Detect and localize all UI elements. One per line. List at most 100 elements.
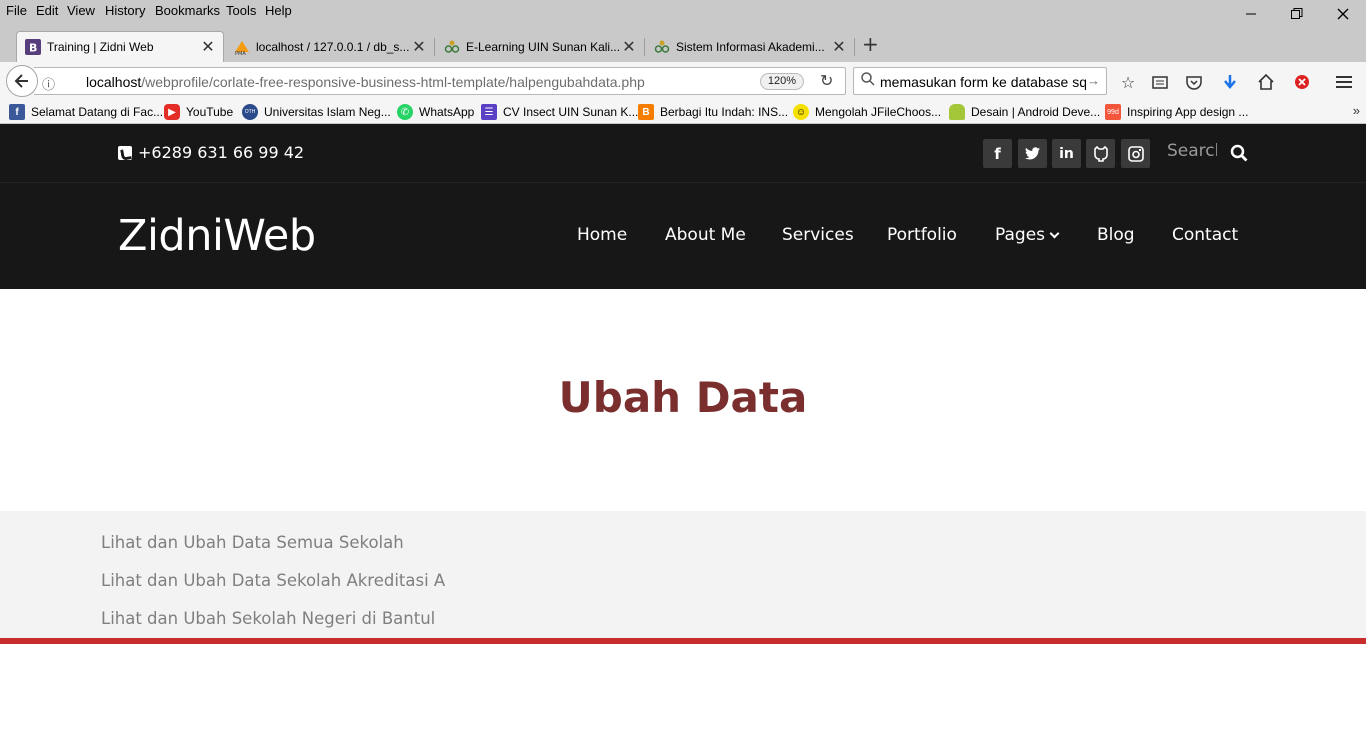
site-header: ZidniWeb Home About Me Services Portfoli… [0, 183, 1366, 289]
whatsapp-icon: ✆ [397, 104, 413, 120]
page-title: Ubah Data [558, 373, 808, 422]
smiley-icon: ☺ [793, 104, 809, 120]
instagram-icon [1127, 145, 1144, 162]
facebook-link[interactable]: f [983, 139, 1012, 168]
menu-help[interactable]: Help [265, 3, 292, 18]
page-footer-area [0, 644, 1366, 732]
linkedin-icon: in [1059, 145, 1074, 162]
search-go-icon[interactable]: → [1087, 73, 1100, 88]
svg-text:PMA: PMA [235, 51, 246, 55]
facebook-icon: f [994, 144, 1001, 163]
tab-close-icon[interactable]: ✕ [410, 37, 428, 57]
site-logo[interactable]: ZidniWeb [118, 211, 316, 261]
nav-home[interactable]: Home [577, 225, 627, 245]
contact-phone: +6289 631 66 99 42 [118, 143, 304, 162]
back-button[interactable] [6, 65, 38, 97]
site-top-bar: +6289 631 66 99 42 f in Search [0, 124, 1366, 183]
nav-blog[interactable]: Blog [1097, 225, 1135, 245]
glasses-favicon-icon [444, 39, 460, 55]
twitter-icon [1025, 147, 1040, 160]
tab-training-zidni-web[interactable]: B Training | Zidni Web ✕ [16, 31, 224, 62]
99designs-icon: 99d [1105, 104, 1121, 120]
search-icon [861, 72, 875, 89]
restore-icon [1291, 8, 1303, 19]
download-icon[interactable] [1220, 72, 1240, 92]
bookmark-label: Universitas Islam Neg... [264, 105, 391, 119]
bookmark-cv-insect[interactable]: ☰ CV Insect UIN Sunan K... [481, 104, 638, 120]
addon-blocker-icon[interactable] [1292, 72, 1312, 92]
link-all-schools[interactable]: Lihat dan Ubah Data Semua Sekolah [101, 533, 404, 552]
link-public-schools-bantul[interactable]: Lihat dan Ubah Sekolah Negeri di Bantul [101, 609, 435, 628]
bookmark-label: YouTube [186, 105, 234, 119]
site-info-icon[interactable]: ⓘ [42, 74, 55, 93]
bookmark-facebook[interactable]: f Selamat Datang di Fac... [9, 104, 163, 120]
zoom-indicator[interactable]: 120% [760, 73, 804, 90]
nav-services[interactable]: Services [782, 225, 854, 245]
tab-separator [644, 38, 645, 56]
bootstrap-favicon-icon: B [25, 39, 41, 55]
facebook-icon: f [9, 104, 25, 120]
tab-sistem-informasi[interactable]: Sistem Informasi Akademi... ✕ [646, 32, 855, 62]
menu-view[interactable]: View [67, 3, 95, 18]
close-icon [1337, 8, 1349, 20]
tab-close-icon[interactable]: ✕ [199, 37, 217, 57]
bookmark-inspiring-app[interactable]: 99d Inspiring App design ... [1105, 104, 1248, 120]
bookmark-label: CV Insect UIN Sunan K... [503, 105, 639, 119]
url-path: /webprofile/corlate-free-responsive-busi… [141, 74, 645, 90]
nav-about-me[interactable]: About Me [665, 225, 746, 245]
search-bar[interactable]: memasukan form ke database sql → [853, 67, 1107, 95]
phone-icon [118, 145, 132, 160]
nav-portfolio[interactable]: Portfolio [887, 225, 957, 245]
tab-title: E-Learning UIN Sunan Kali... [466, 40, 620, 54]
tab-close-icon[interactable]: ✕ [620, 37, 638, 57]
new-tab-button[interactable]: + [862, 32, 879, 56]
search-icon[interactable] [1230, 144, 1248, 162]
nav-contact[interactable]: Contact [1172, 225, 1238, 245]
reload-icon[interactable]: ↻ [820, 71, 833, 91]
github-link[interactable] [1086, 139, 1115, 168]
menu-history[interactable]: History [105, 3, 145, 18]
pocket-icon[interactable] [1184, 72, 1204, 92]
tab-elearning[interactable]: E-Learning UIN Sunan Kali... ✕ [436, 32, 645, 62]
phone-number: +6289 631 66 99 42 [138, 143, 305, 162]
bookmark-blogger[interactable]: B Berbagi Itu Indah: INS... [638, 104, 788, 120]
bookmarks-overflow-icon[interactable]: » [1353, 103, 1360, 118]
menu-file[interactable]: File [6, 3, 27, 18]
search-query[interactable]: memasukan form ke database sql [880, 74, 1086, 90]
url-bar[interactable]: ⓘ localhost/webprofile/corlate-free-resp… [34, 67, 846, 95]
github-icon [1093, 145, 1108, 162]
bookmarks-toolbar: f Selamat Datang di Fac... ▶ YouTube OTH… [0, 100, 1366, 124]
tab-close-icon[interactable]: ✕ [830, 37, 848, 57]
tab-phpmyadmin[interactable]: PMA localhost / 127.0.0.1 / db_s... ✕ [226, 32, 435, 62]
reading-list-icon[interactable] [1150, 72, 1170, 92]
instagram-link[interactable] [1121, 139, 1150, 168]
minimize-icon [1246, 13, 1256, 15]
menu-bar: File Edit View History Bookmarks Tools H… [0, 0, 1366, 22]
chevron-down-icon [1049, 228, 1060, 239]
bookmark-star-icon[interactable]: ☆ [1118, 72, 1138, 92]
site-search-input[interactable]: Search [1167, 141, 1217, 161]
hamburger-menu-icon[interactable] [1334, 72, 1354, 92]
home-icon[interactable] [1256, 72, 1276, 92]
menu-bookmarks[interactable]: Bookmarks [155, 3, 220, 18]
data-links-section: Lihat dan Ubah Data Semua Sekolah Lihat … [0, 511, 1366, 638]
twitter-link[interactable] [1018, 139, 1047, 168]
tab-strip: B Training | Zidni Web ✕ PMA localhost /… [0, 22, 1366, 62]
bookmark-label: Mengolah JFileChoos... [815, 105, 942, 119]
menu-edit[interactable]: Edit [36, 3, 58, 18]
bookmark-whatsapp[interactable]: ✆ WhatsApp [397, 104, 474, 120]
url-text[interactable]: localhost/webprofile/corlate-free-respon… [86, 74, 645, 90]
bookmark-label: Inspiring App design ... [1127, 105, 1249, 119]
linkedin-link[interactable]: in [1052, 139, 1081, 168]
bookmark-jfilechooser[interactable]: ☺ Mengolah JFileChoos... [793, 104, 941, 120]
nav-pages[interactable]: Pages [995, 225, 1060, 245]
link-accredited-a-schools[interactable]: Lihat dan Ubah Data Sekolah Akreditasi A [101, 571, 445, 590]
bookmark-youtube[interactable]: ▶ YouTube [164, 104, 233, 120]
bookmark-android-design[interactable]: Desain | Android Deve... [949, 104, 1100, 120]
bookmark-uin[interactable]: OTH Universitas Islam Neg... [242, 104, 391, 120]
tab-title: Sistem Informasi Akademi... [676, 40, 825, 54]
phpmyadmin-favicon-icon: PMA [234, 39, 250, 57]
menu-tools[interactable]: Tools [226, 3, 256, 18]
tab-separator [434, 38, 435, 56]
bookmark-label: Selamat Datang di Fac... [31, 105, 164, 119]
